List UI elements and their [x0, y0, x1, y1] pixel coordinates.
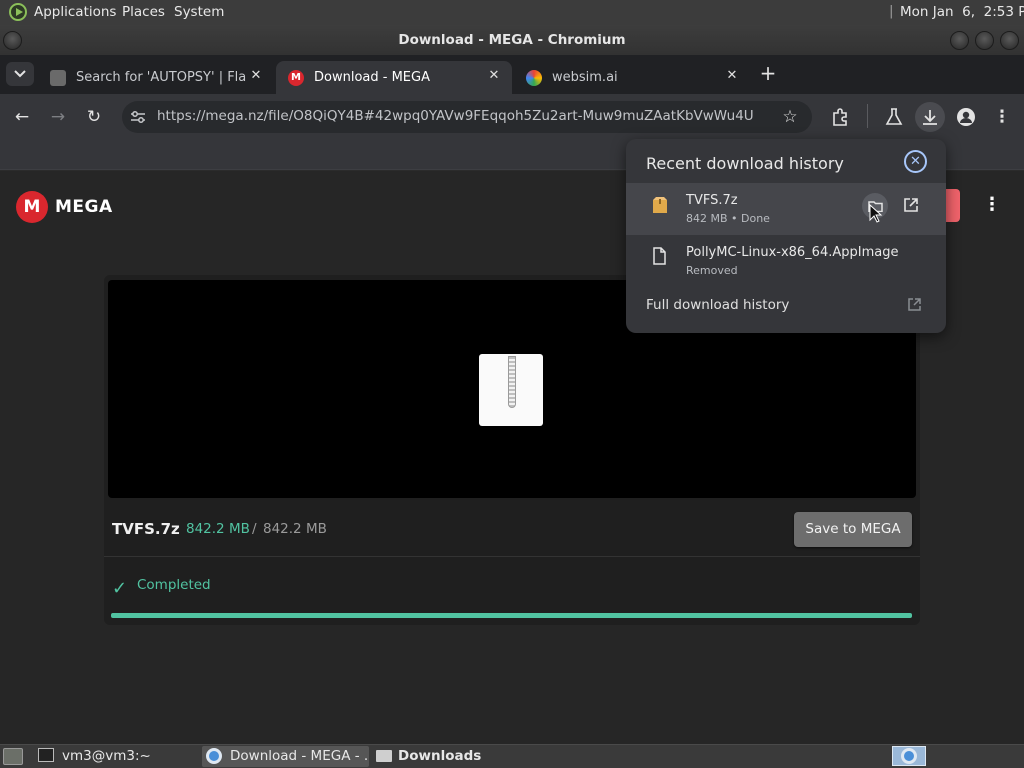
save-to-mega-button[interactable]: Save to MEGA — [794, 512, 912, 547]
download-item[interactable] — [626, 235, 946, 285]
folder-icon — [376, 750, 392, 762]
minimize-button[interactable] — [950, 31, 969, 50]
mega-icon: M — [288, 70, 304, 86]
more-options-icon[interactable]: ⋮ — [982, 194, 1002, 218]
bookmark-star-icon[interactable]: ☆ — [776, 103, 804, 131]
flathub-icon — [50, 70, 66, 86]
zip-file-icon — [479, 354, 543, 426]
open-external-icon[interactable] — [907, 297, 922, 312]
chromium-icon — [901, 748, 917, 764]
back-icon[interactable]: ← — [8, 103, 36, 131]
new-tab-icon[interactable]: + — [758, 63, 778, 83]
system-top-panel: Applications Places System | Mon Jan 6, … — [0, 0, 1024, 25]
url-text[interactable]: https://mega.nz/file/O8QiQY4B#42wpq0YAVw… — [157, 108, 754, 124]
progress-bar — [111, 613, 912, 618]
download-item-status: 842 MB • Done — [686, 212, 770, 225]
terminal-icon — [38, 748, 54, 762]
chevron-down-icon — [14, 70, 26, 78]
check-icon: ✓ — [112, 578, 128, 599]
chrome-labs-icon[interactable] — [884, 107, 904, 127]
places-menu[interactable]: Places — [122, 4, 165, 20]
forward-icon[interactable]: → — [44, 103, 72, 131]
open-external-icon[interactable] — [903, 197, 919, 213]
tab-label: websim.ai — [552, 70, 618, 85]
clock[interactable]: Mon Jan 6, 2:53 PM — [900, 4, 1024, 20]
taskbar-item-chromium[interactable]: Download - MEGA - ... — [202, 746, 369, 767]
file-name: TVFS.7z — [112, 520, 180, 538]
archive-file-icon — [653, 197, 667, 213]
close-tab-icon[interactable]: ✕ — [248, 68, 264, 84]
mega-logo-icon[interactable]: M — [16, 191, 48, 223]
show-desktop-icon[interactable] — [3, 748, 23, 765]
full-download-history-link[interactable]: Full download history — [646, 297, 789, 313]
size-separator: / — [252, 521, 257, 537]
mouse-cursor-icon — [869, 204, 883, 223]
taskbar-item-label: Download - MEGA - ... — [230, 748, 369, 764]
taskbar-item-label: vm3@vm3:~ — [62, 748, 151, 764]
tab-flathub[interactable]: Search for 'AUTOPSY' | Flathub ✕ — [38, 61, 274, 94]
card-divider — [104, 556, 920, 557]
header-action-button[interactable] — [944, 189, 960, 222]
tab-mega[interactable]: M Download - MEGA ✕ — [276, 61, 512, 94]
applications-menu[interactable]: Applications — [34, 4, 116, 20]
tab-label: Download - MEGA — [314, 70, 430, 85]
close-tab-icon[interactable]: ✕ — [486, 68, 502, 84]
close-window-button[interactable] — [1000, 31, 1019, 50]
toolbar-separator — [867, 104, 868, 128]
taskbar-item-downloads[interactable]: Downloads — [372, 746, 532, 767]
chromium-icon — [206, 748, 222, 764]
websim-icon — [526, 70, 542, 86]
download-item-name: TVFS.7z — [686, 193, 738, 208]
chrome-menu-icon[interactable]: ⋮ — [988, 103, 1016, 131]
site-settings-icon[interactable] — [130, 110, 146, 124]
file-icon — [653, 247, 666, 265]
download-item[interactable] — [626, 183, 946, 235]
reload-icon[interactable]: ↻ — [80, 103, 108, 131]
size-downloaded: 842.2 MB — [186, 521, 250, 537]
close-icon[interactable]: ✕ — [904, 150, 927, 173]
workspace-switcher[interactable] — [892, 746, 926, 766]
taskbar-item-label: Downloads — [398, 748, 482, 764]
tab-websim[interactable]: websim.ai ✕ — [514, 61, 750, 94]
taskbar-item-terminal[interactable]: vm3@vm3:~ — [34, 746, 198, 767]
extensions-icon[interactable] — [830, 107, 850, 127]
maximize-button[interactable] — [975, 31, 994, 50]
window-title: Download - MEGA - Chromium — [398, 32, 626, 48]
tab-search-button[interactable] — [6, 62, 34, 86]
downloads-popup-title: Recent download history — [646, 154, 844, 173]
zipper-icon — [508, 356, 516, 408]
mega-brand[interactable]: MEGA — [55, 197, 113, 217]
downloads-button[interactable] — [915, 102, 945, 132]
applications-menu-icon[interactable] — [9, 3, 27, 21]
download-item-name: PollyMC-Linux-x86_64.AppImage — [686, 245, 899, 260]
close-tab-icon[interactable]: ✕ — [724, 68, 740, 84]
size-total: 842.2 MB — [263, 521, 327, 537]
profile-avatar-icon[interactable] — [956, 107, 976, 127]
download-item-status: Removed — [686, 264, 738, 277]
tab-label: Search for 'AUTOPSY' | Flathub — [76, 70, 246, 85]
window-titlebar[interactable]: Download - MEGA - Chromium — [0, 25, 1024, 55]
download-icon — [923, 110, 937, 125]
download-status: Completed — [137, 577, 211, 593]
system-menu[interactable]: System — [174, 4, 224, 20]
panel-separator: | — [889, 3, 894, 19]
